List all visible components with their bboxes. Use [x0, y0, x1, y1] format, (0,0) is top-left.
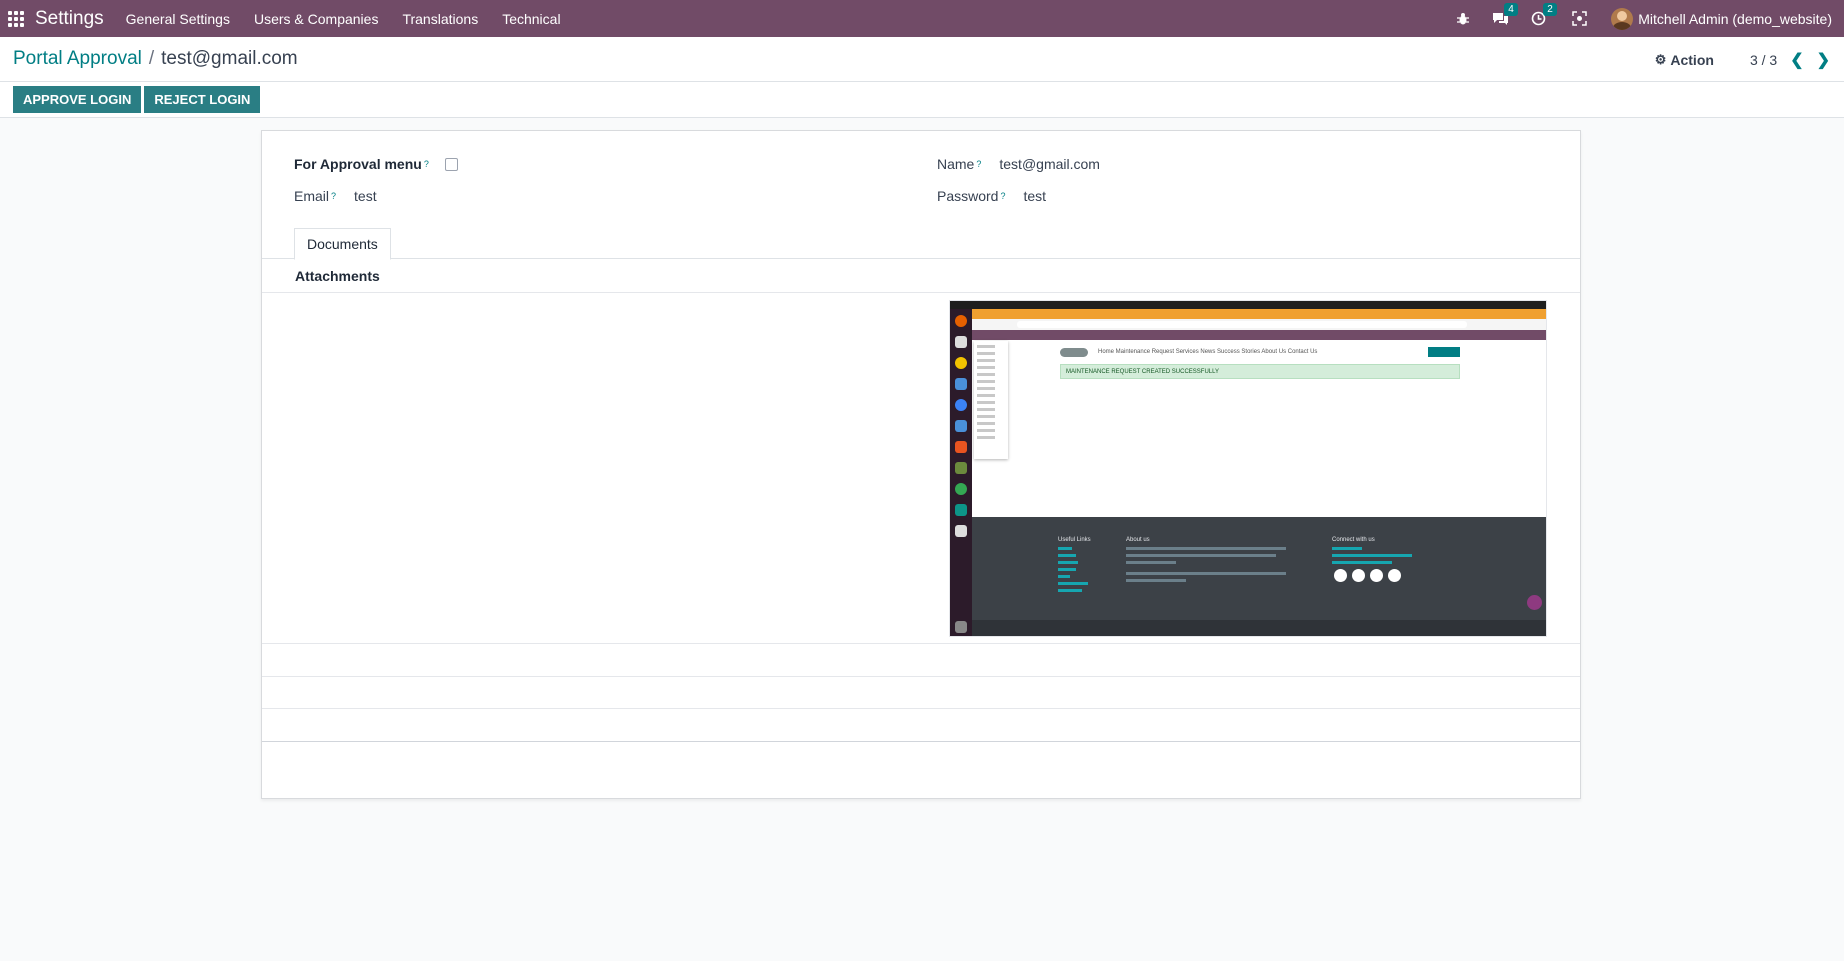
reject-login-button[interactable]: REJECT LOGIN: [144, 86, 261, 113]
messages-badge: 4: [1504, 3, 1518, 16]
preview-social-icon: [1388, 569, 1401, 582]
preview-logo: [1060, 348, 1088, 357]
preview-footer: Useful Links About us Connect with us: [972, 517, 1546, 636]
scan-icon[interactable]: [1572, 11, 1587, 26]
user-avatar[interactable]: [1611, 7, 1634, 30]
breadcrumb-current: test@gmail.com: [161, 48, 298, 69]
row-divider: [262, 708, 1580, 709]
menu-technical[interactable]: Technical: [502, 11, 560, 27]
email-label: Email: [294, 188, 330, 204]
name-label: Name: [937, 156, 975, 172]
preview-url-bar: [972, 319, 1546, 330]
menu-users-companies[interactable]: Users & Companies: [254, 11, 379, 27]
activities-clock-icon[interactable]: 2: [1531, 3, 1557, 26]
row-divider: [262, 741, 1580, 742]
approval-menu-field: For Approval menu ?: [294, 156, 458, 172]
action-button[interactable]: ⚙ Action: [1655, 52, 1714, 68]
breadcrumb-separator: /: [148, 48, 155, 69]
preview-success-alert: MAINTENANCE REQUEST CREATED SUCCESSFULLY: [1060, 364, 1460, 379]
row-divider: [262, 643, 1580, 644]
preview-social-icon: [1370, 569, 1383, 582]
name-value[interactable]: test@gmail.com: [999, 156, 1100, 172]
app-name[interactable]: Settings: [35, 8, 104, 30]
pager-value[interactable]: 3 / 3: [1750, 52, 1777, 68]
preview-footer-links: Useful Links: [1058, 537, 1118, 592]
row-divider: [262, 676, 1580, 677]
attachments-divider: [262, 292, 1580, 293]
menu-translations[interactable]: Translations: [402, 11, 478, 27]
preview-dock: [950, 309, 972, 636]
activities-badge: 2: [1543, 3, 1557, 16]
preview-dropdown-menu: [974, 341, 1008, 459]
password-label: Password: [937, 188, 999, 204]
user-name[interactable]: Mitchell Admin (demo_website): [1638, 11, 1832, 27]
help-icon[interactable]: ?: [1000, 191, 1005, 201]
tab-documents[interactable]: Documents: [294, 228, 391, 260]
gear-icon: ⚙: [1654, 52, 1667, 67]
approve-login-button[interactable]: APPROVE LOGIN: [13, 86, 142, 113]
preview-browser-tabs: [972, 309, 1546, 319]
help-icon[interactable]: ?: [424, 159, 429, 169]
status-buttons: APPROVE LOGIN REJECT LOGIN: [13, 86, 263, 113]
debug-bug-icon[interactable]: [1456, 12, 1470, 26]
help-icon[interactable]: ?: [331, 191, 336, 201]
top-navbar: Settings General Settings Users & Compan…: [0, 0, 1844, 37]
pager-next-icon[interactable]: ❯: [1817, 50, 1830, 70]
attachment-preview-image[interactable]: Home Maintenance Request Services News S…: [949, 300, 1547, 637]
preview-social-icon: [1334, 569, 1347, 582]
menu-general-settings[interactable]: General Settings: [126, 11, 230, 27]
approval-menu-checkbox[interactable]: [444, 157, 458, 171]
messages-chat-icon[interactable]: 4: [1492, 3, 1518, 26]
email-value[interactable]: test: [354, 188, 377, 204]
breadcrumb: Portal Approval / test@gmail.com: [13, 48, 298, 70]
notebook-tabs: Documents: [262, 227, 1580, 260]
preview-copyright-bar: [972, 620, 1546, 636]
password-value[interactable]: test: [1023, 188, 1046, 204]
email-field: Email ? test: [294, 188, 377, 204]
preview-chat-icon: [1527, 595, 1542, 610]
form-sheet: For Approval menu ? Email ? test Name ? …: [261, 130, 1581, 799]
breadcrumb-parent[interactable]: Portal Approval: [13, 48, 142, 70]
preview-footer-connect: Connect with us: [1332, 537, 1432, 564]
password-field: Password ? test: [937, 188, 1046, 204]
preview-os-topbar: [950, 301, 1546, 309]
preview-nav-text: Home Maintenance Request Services News S…: [1098, 349, 1318, 355]
preview-odoo-bar: [972, 330, 1546, 340]
action-label: Action: [1670, 52, 1714, 68]
help-icon[interactable]: ?: [976, 159, 981, 169]
preview-contact-button: [1428, 347, 1460, 357]
name-field: Name ? test@gmail.com: [937, 156, 1100, 172]
control-panel: Portal Approval / test@gmail.com ⚙ Actio…: [0, 37, 1844, 118]
approval-menu-label: For Approval menu: [294, 156, 422, 172]
apps-menu-icon[interactable]: [0, 0, 32, 37]
attachments-label: Attachments: [295, 268, 380, 284]
control-panel-divider: [0, 81, 1844, 82]
preview-social-icon: [1352, 569, 1365, 582]
pager-previous-icon[interactable]: ❮: [1790, 50, 1803, 70]
preview-footer-about: About us: [1126, 537, 1296, 582]
